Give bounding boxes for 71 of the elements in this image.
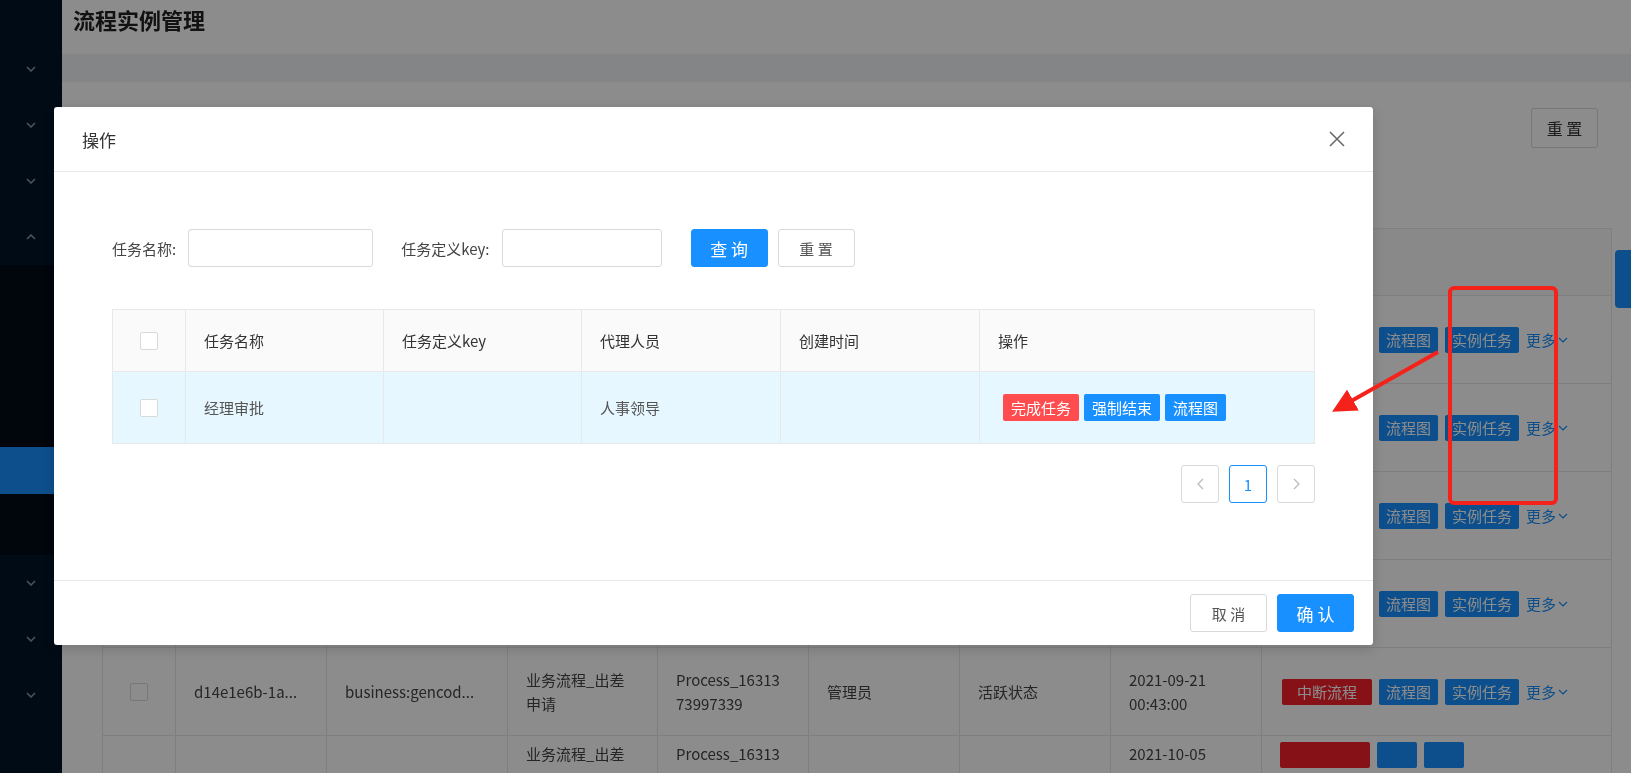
page-title: 流程实例管理: [73, 3, 205, 35]
action-button[interactable]: 实例任务: [1444, 414, 1519, 441]
page-button[interactable]: 1: [1229, 465, 1267, 503]
input-field[interactable]: [501, 229, 662, 267]
table-cell: 活跃状态: [978, 679, 1038, 704]
field-label: 任务定义key:: [401, 237, 490, 259]
column-header: 代理人员: [600, 330, 660, 351]
reset-button[interactable]: 重 置: [777, 229, 855, 267]
table-cell: 管理员: [827, 679, 872, 704]
action-button[interactable]: 强制结束: [1084, 394, 1161, 421]
input-field[interactable]: [188, 229, 374, 267]
confirm-button[interactable]: 确 认: [1277, 594, 1354, 632]
previous-page-button[interactable]: [1181, 465, 1219, 503]
column-header: 创建时间: [799, 330, 859, 351]
chevron-down-icon: [1558, 424, 1568, 431]
table-cell-text: Process_1631373997339: [676, 667, 781, 716]
chevron-down-icon: [1558, 512, 1568, 519]
chevron-left-icon: [1196, 478, 1204, 490]
action-button[interactable]: 实例任务: [1444, 326, 1519, 353]
next-page-button[interactable]: [1277, 465, 1315, 503]
reset-button[interactable]: 重 置: [1531, 108, 1598, 148]
chevron-right-icon: [1292, 478, 1300, 490]
column-header: 任务名称: [204, 330, 264, 351]
action-button[interactable]: [1424, 742, 1464, 768]
action-button[interactable]: 流程图: [1378, 678, 1438, 705]
more-link[interactable]: 更多: [1526, 417, 1568, 438]
table-cell: d14e1e6b-1a...: [194, 679, 298, 704]
chevron-down-icon: [1558, 600, 1568, 607]
table-row[interactable]: 经理审批 人事领导 完成任务 强制结束 流程图: [113, 372, 1314, 443]
chevron-down-icon: [26, 692, 36, 698]
action-button[interactable]: 流程图: [1378, 502, 1438, 529]
scroll-handle[interactable]: [1615, 250, 1631, 308]
more-link[interactable]: 更多: [1526, 681, 1568, 702]
table-cell-text: 业务流程_出差申请: [526, 667, 626, 716]
table-cell: business:gencod...: [345, 679, 475, 704]
action-button[interactable]: 流程图: [1378, 326, 1438, 353]
checkbox[interactable]: [140, 398, 158, 417]
chevron-down-icon: [26, 580, 36, 586]
column-header: 操作: [998, 330, 1028, 351]
action-button[interactable]: 实例任务: [1444, 678, 1519, 705]
more-link[interactable]: 更多: [1526, 505, 1568, 526]
chevron-down-icon: [26, 178, 36, 184]
chevron-down-icon: [26, 66, 36, 72]
table-cell: 2021-09-21 00:43:00: [1129, 667, 1206, 716]
action-button[interactable]: 流程图: [1165, 394, 1227, 421]
table-cell: 人事领导: [600, 397, 660, 418]
action-button[interactable]: 流程图: [1378, 590, 1438, 617]
action-button[interactable]: 中断流程: [1281, 678, 1372, 705]
action-button[interactable]: [1377, 742, 1417, 768]
column-header: 任务定义key: [402, 330, 487, 351]
close-icon[interactable]: [1329, 131, 1345, 147]
field-label: 任务名称:: [112, 237, 177, 259]
chevron-down-icon: [1558, 688, 1568, 695]
chevron-down-icon: [26, 636, 36, 642]
action-button[interactable]: 流程图: [1378, 414, 1438, 441]
action-button[interactable]: 完成任务: [1003, 394, 1079, 421]
action-button[interactable]: [1280, 742, 1370, 768]
chevron-down-icon: [26, 122, 36, 128]
action-button[interactable]: 实例任务: [1444, 590, 1519, 617]
search-button[interactable]: 查 询: [690, 229, 768, 267]
chevron-up-icon: [26, 234, 36, 240]
table-cell: 业务流程_出差: [526, 742, 625, 766]
checkbox[interactable]: [140, 331, 158, 350]
dialog-title: 操作: [82, 126, 116, 152]
more-link[interactable]: 更多: [1526, 329, 1568, 350]
table-cell: 经理审批: [204, 397, 264, 418]
table-cell: Process_16313: [676, 742, 780, 766]
more-link[interactable]: 更多: [1526, 593, 1568, 614]
table-cell: 2021-10-05: [1129, 742, 1206, 766]
chevron-down-icon: [1558, 336, 1568, 343]
cancel-button[interactable]: 取 消: [1190, 594, 1267, 632]
